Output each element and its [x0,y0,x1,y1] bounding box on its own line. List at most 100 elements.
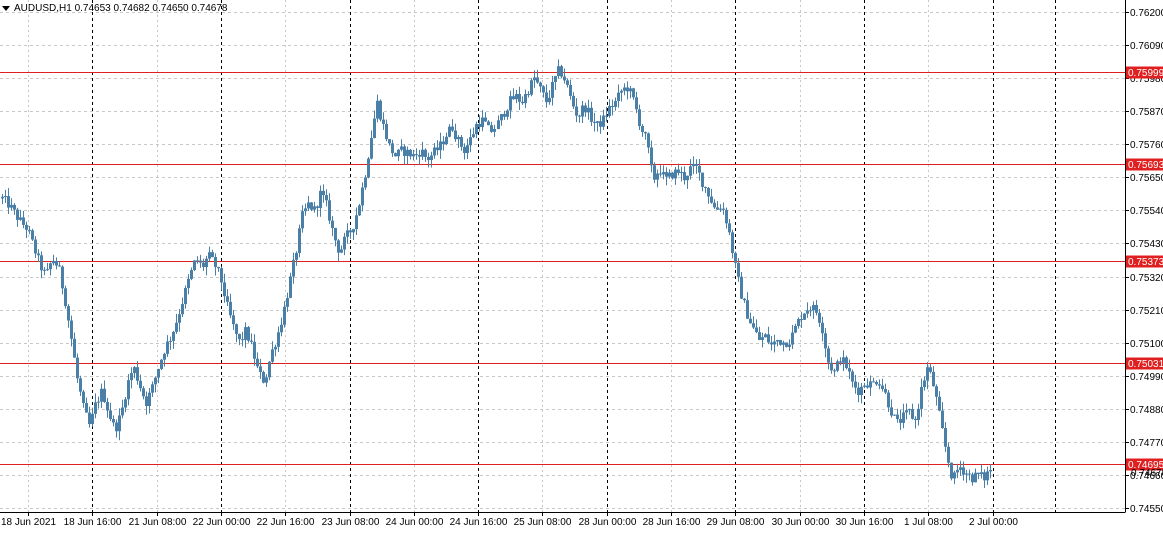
candle-body [178,314,181,323]
candle-body [506,110,509,117]
candle-body [430,155,433,161]
candle-body [235,324,238,334]
candle-body [716,207,719,210]
price-chart[interactable]: 0.762000.760900.759800.758700.757600.756… [0,0,1163,536]
candle-body [298,228,301,253]
candle-body [893,414,896,416]
candle-body [103,388,106,403]
candle-body [656,173,659,180]
time-axis: 18 Jun 2021 18 Jun 16:00 21 Jun 08:00 22 Ju… [1,512,1018,528]
candle-body [376,100,379,119]
candle-body [94,402,97,414]
candle-body [64,288,67,307]
candle-body [4,196,7,198]
candle-body [382,119,385,124]
candle-body [848,368,851,372]
candle-body [644,132,647,134]
candle-body [187,278,190,289]
candle-body [527,94,530,96]
candle-body [1,196,4,199]
candle-body [292,259,295,277]
candle-body [854,381,857,388]
candle-body [593,121,596,123]
candle-body [76,357,79,379]
candle-body [887,392,890,408]
candle-body [863,385,866,387]
candle-body [671,172,674,179]
candle-body [109,410,112,420]
candle-body [211,252,214,258]
candle-body [319,190,322,208]
y-tick-label: 0.74770 [1130,438,1163,449]
candle-body [58,265,61,267]
candle-body [857,387,860,396]
candle-body [256,358,259,367]
candle-body [503,113,506,117]
candle-body [734,253,737,263]
candle-body [989,469,992,472]
y-tick-label: 0.74880 [1130,405,1163,416]
candle-body [932,371,935,387]
candle-body [971,474,974,483]
level-label-text: 0.75373 [1128,257,1163,268]
candle-body [818,312,821,323]
candle-body [37,253,40,256]
candle-body [46,269,49,271]
candle-body [587,107,590,113]
candle-body [286,297,289,307]
candle-body [779,340,782,345]
candle-body [962,467,965,475]
candle-body [824,333,827,349]
x-tick-label: 18 Jun 2021 [1,517,56,528]
level-label-text: 0.75999 [1128,68,1163,79]
candle-body [965,473,968,475]
candle-body [743,298,746,301]
candle-body [626,87,629,92]
candle-body [28,229,31,231]
level-label-text: 0.75693 [1128,160,1163,171]
candle-body [635,97,638,110]
candle-body [43,269,46,271]
candle-body [902,412,905,423]
candle-body [55,261,58,266]
candle-body [521,101,524,104]
candle-body [533,77,536,81]
candle-body [214,257,217,267]
candle-body [941,410,944,429]
candle-body [316,206,319,208]
candle-body [632,88,635,98]
x-tick-label: 1 Jul 08:00 [904,517,953,528]
candle-body [409,149,412,157]
candle-body [241,339,244,341]
candle-body [130,373,133,381]
candle-body [280,324,283,333]
candle-body [524,94,527,104]
candle-body [938,396,941,411]
candle-body [13,204,16,210]
candle-body [355,215,358,230]
candle-body [208,252,211,259]
candle-body [758,332,761,340]
candle-body [142,388,145,397]
candle-body [457,137,460,140]
candle-body [890,407,893,416]
candle-body [433,147,436,156]
candle-body [184,288,187,305]
candle-body [569,84,572,96]
candle-body [554,76,557,82]
candle-body [133,367,136,374]
candle-body [821,322,824,334]
vertical-grid [28,0,1056,512]
candle-body [436,147,439,151]
candle-body [536,77,539,83]
candle-body [346,230,349,237]
candle-body [34,239,37,254]
candle-body [190,269,193,279]
candle-body [749,318,752,324]
candle-body [415,154,418,156]
candle-body [82,391,85,404]
candle-body [674,169,677,179]
candle-body [773,341,776,345]
x-tick-label: 22 Jun 00:00 [193,517,251,528]
x-tick-label: 21 Jun 08:00 [129,517,187,528]
